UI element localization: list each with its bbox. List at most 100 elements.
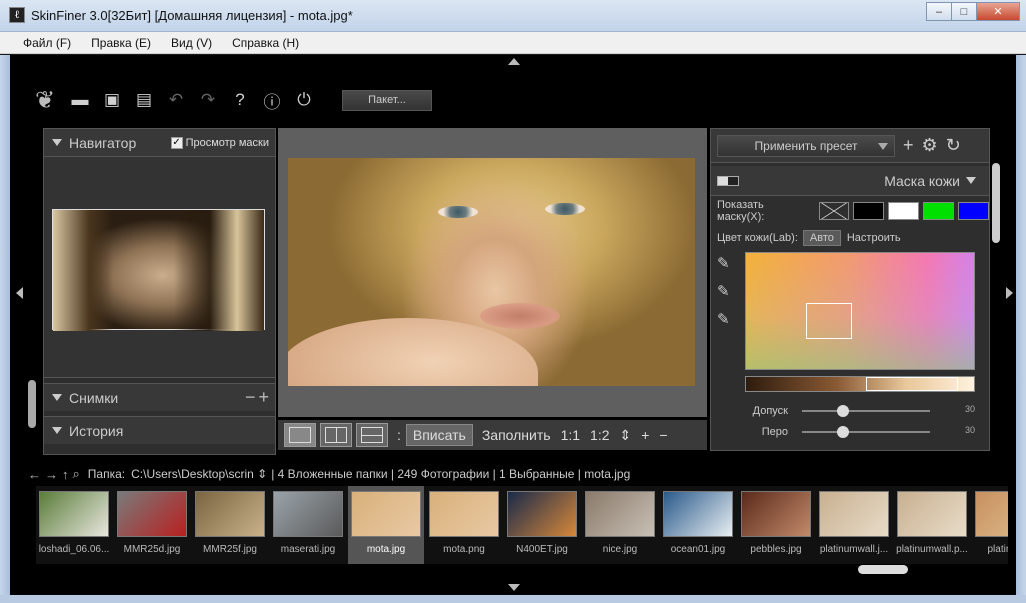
filmstrip-thumbnail[interactable] (273, 491, 343, 537)
reset-icon[interactable]: ↻ (946, 135, 961, 156)
zoom-out-button[interactable]: − (654, 427, 672, 443)
up-arrow-icon[interactable]: ↑ (62, 467, 69, 482)
filmstrip-item[interactable]: MMR25d.jpg (114, 486, 190, 564)
pipette-add-icon[interactable]: ✎ (717, 282, 737, 300)
filmstrip-item[interactable]: ocean01.jpg (660, 486, 736, 564)
portrait-photo[interactable] (288, 158, 695, 386)
folder-path[interactable]: C:\Users\Desktop\scrin ⇕ (131, 467, 267, 481)
skin-adjust-button[interactable]: Настроить (847, 232, 901, 244)
zoom-1-1-button[interactable]: 1:1 (556, 427, 585, 443)
search-icon[interactable]: ⌕ (73, 466, 80, 482)
filmstrip-item[interactable]: MMR25f.jpg (192, 486, 268, 564)
history-header[interactable]: История (44, 416, 275, 444)
filmstrip-item[interactable]: loshadi_06.06... (36, 486, 112, 564)
filmstrip-item[interactable]: N400ET.jpg (504, 486, 580, 564)
forward-arrow-icon[interactable]: → (45, 467, 58, 482)
filmstrip-thumbnail[interactable] (975, 491, 1008, 537)
batch-button[interactable]: Пакет... (342, 89, 432, 111)
close-button[interactable]: ✕ (976, 2, 1020, 21)
mask-white-swatch[interactable] (888, 202, 920, 220)
filmstrip-item[interactable]: mota.jpg (348, 486, 424, 564)
menu-file[interactable]: Файл (F) (13, 36, 81, 50)
filmstrip-item[interactable]: nice.jpg (582, 486, 658, 564)
pipette-icon[interactable]: ✎ (717, 254, 737, 272)
open-folder-icon[interactable]: ▬ (64, 87, 96, 113)
fill-button[interactable]: Заполнить (477, 427, 556, 443)
filmstrip-thumbnail[interactable] (897, 491, 967, 537)
add-snapshot-icon[interactable]: + (258, 387, 269, 408)
redo-icon[interactable]: ↷ (192, 87, 224, 113)
collapse-top-arrow-icon[interactable] (508, 58, 520, 65)
filmstrip-item[interactable]: platinumwall.p... (894, 486, 970, 564)
skin-tone-bar[interactable] (745, 376, 975, 392)
menu-edit[interactable]: Правка (E) (81, 36, 161, 50)
menu-view[interactable]: Вид (V) (161, 36, 222, 50)
filmstrip-thumbnail[interactable] (117, 491, 187, 537)
filmstrip-thumbnail[interactable] (351, 491, 421, 537)
mask-black-swatch[interactable] (853, 202, 885, 220)
filmstrip-thumbnail[interactable] (585, 491, 655, 537)
feather-slider-knob[interactable] (836, 425, 849, 438)
skin-color-gradient[interactable] (745, 252, 975, 370)
filmstrip-thumbnail[interactable] (429, 491, 499, 537)
gear-icon[interactable]: ⚙ (922, 135, 938, 156)
collapse-bottom-arrow-icon[interactable] (508, 584, 520, 591)
split-vertical-button[interactable] (320, 423, 352, 447)
left-scrollbar[interactable] (28, 380, 36, 428)
add-preset-icon[interactable]: + (903, 135, 914, 156)
help-icon[interactable]: ? (224, 87, 256, 113)
remove-snapshot-icon[interactable]: − (245, 387, 256, 408)
maximize-button[interactable]: □ (951, 2, 977, 21)
save-icon[interactable]: ▣ (96, 87, 128, 113)
filmstrip-scrollbar[interactable] (858, 565, 908, 574)
pipette-remove-icon[interactable]: ✎ (717, 310, 737, 328)
image-canvas[interactable] (278, 128, 707, 417)
mask-preview-checkbox[interactable]: ✓ Просмотр маски (170, 136, 269, 149)
right-scrollbar[interactable] (992, 163, 1000, 243)
tolerance-slider[interactable] (802, 404, 930, 417)
filmstrip-item[interactable]: pebbles.jpg (738, 486, 814, 564)
collapse-right-arrow-icon[interactable] (1006, 287, 1013, 299)
tone-selection-range[interactable] (866, 377, 958, 391)
expand-triangle-icon[interactable] (52, 394, 62, 401)
mask-none-swatch[interactable] (818, 202, 850, 220)
filmstrip-thumbnail[interactable] (507, 491, 577, 537)
apply-preset-dropdown[interactable]: Применить пресет (717, 134, 895, 157)
filmstrip-item[interactable]: maserati.jpg (270, 486, 346, 564)
feather-slider[interactable] (802, 425, 930, 438)
filmstrip-item[interactable]: platinumwall.j... (816, 486, 892, 564)
mask-toggle[interactable] (717, 175, 739, 186)
mask-green-swatch[interactable] (923, 202, 955, 220)
zoom-in-button[interactable]: + (636, 427, 654, 443)
zoom-1-2-button[interactable]: 1:2 (585, 427, 614, 443)
filmstrip-thumbnail[interactable] (39, 491, 109, 537)
split-horizontal-button[interactable] (356, 423, 388, 447)
filmstrip-thumbnail[interactable] (741, 491, 811, 537)
filmstrip-thumbnail[interactable] (663, 491, 733, 537)
minimize-button[interactable]: ‒ (926, 2, 952, 21)
plugin-icon[interactable]: ⏻ (288, 87, 320, 113)
tolerance-slider-knob[interactable] (836, 404, 849, 417)
single-view-button[interactable] (284, 423, 316, 447)
undo-icon[interactable]: ↶ (160, 87, 192, 113)
filmstrip-item[interactable]: mota.png (426, 486, 502, 564)
snapshots-header[interactable]: Снимки − + (44, 383, 275, 411)
color-selection-box[interactable] (806, 303, 852, 339)
zoom-stepper-icon[interactable]: ⇕ (615, 427, 637, 444)
back-arrow-icon[interactable]: ← (28, 467, 41, 482)
filmstrip-thumbnail[interactable] (819, 491, 889, 537)
menu-help[interactable]: Справка (H) (222, 36, 309, 50)
expand-triangle-icon[interactable] (52, 427, 62, 434)
navigator-header[interactable]: Навигатор ✓ Просмотр маски (44, 129, 275, 157)
filmstrip-thumbnail[interactable] (195, 491, 265, 537)
expand-triangle-icon[interactable] (966, 177, 976, 184)
navigator-thumbnail[interactable] (52, 209, 265, 331)
skin-auto-button[interactable]: Авто (802, 230, 841, 246)
collapse-left-arrow-icon[interactable] (16, 287, 23, 299)
skin-mask-header[interactable]: Маска кожи (711, 166, 989, 196)
expand-triangle-icon[interactable] (52, 139, 62, 146)
save-as-icon[interactable]: ▤ (128, 87, 160, 113)
mask-blue-swatch[interactable] (958, 202, 990, 220)
info-icon[interactable]: ⓘ (256, 87, 288, 113)
checkmark-icon[interactable]: ✓ (170, 136, 183, 149)
